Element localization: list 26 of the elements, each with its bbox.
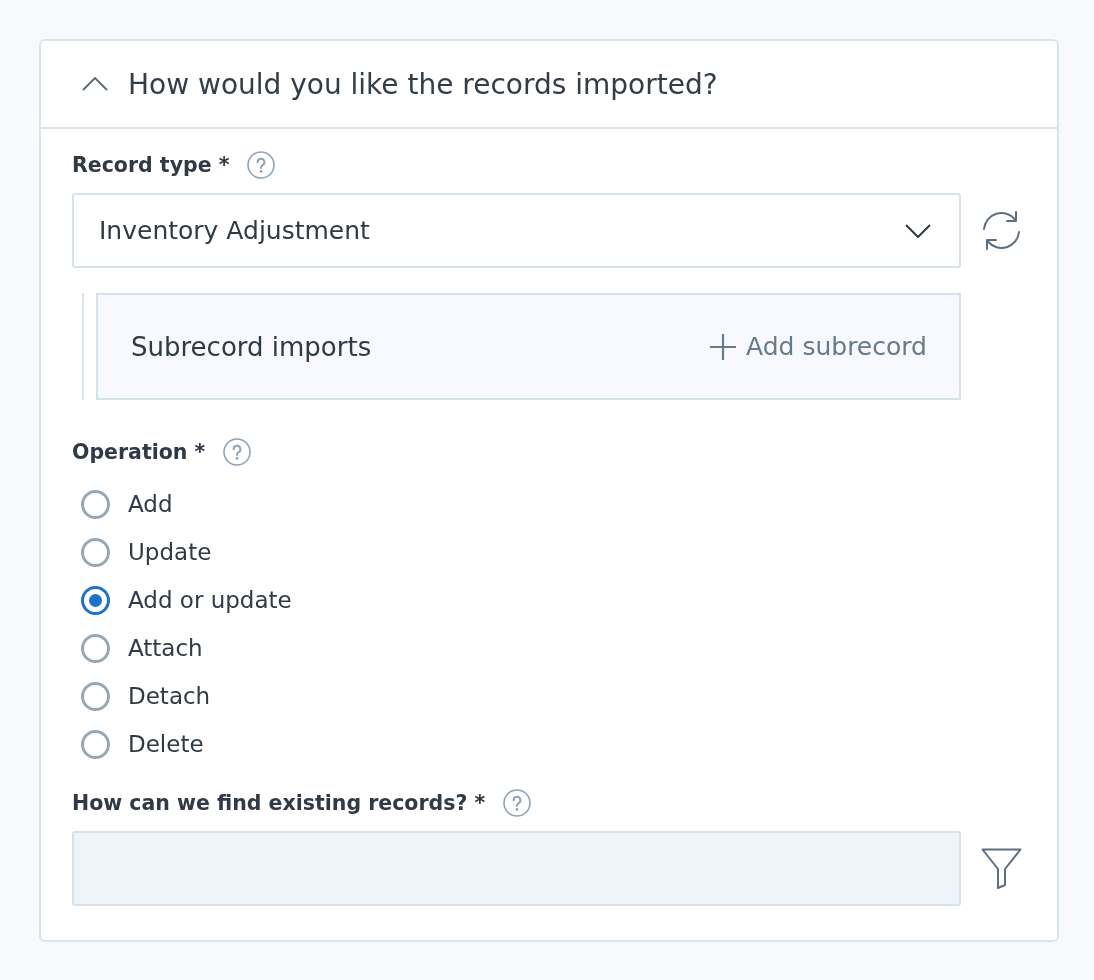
help-icon[interactable] (503, 789, 532, 817)
radio-option[interactable]: Detach (72, 672, 211, 720)
radio-button[interactable] (81, 633, 110, 663)
subrecord-title: Subrecord imports (131, 331, 372, 362)
refresh-icon[interactable] (981, 210, 1022, 251)
radio-option[interactable]: Attach (72, 624, 203, 672)
record-type-select[interactable]: Inventory Adjustment (72, 193, 961, 268)
radio-option[interactable]: Add (72, 480, 173, 528)
field-label: How can we find existing records? * (72, 791, 486, 815)
section-header[interactable]: How would you like the records imported? (41, 41, 1057, 129)
radio-option[interactable]: Add or update (72, 576, 292, 624)
field-label: Operation * (72, 440, 206, 464)
radio-option[interactable]: Delete (72, 720, 204, 768)
field-label: Record type * (72, 153, 230, 177)
radio-button[interactable] (81, 729, 110, 759)
radio-button[interactable] (81, 489, 110, 519)
radio-button[interactable] (81, 681, 110, 711)
filter-icon[interactable] (981, 848, 1022, 889)
help-icon[interactable] (247, 151, 276, 179)
radio-button[interactable] (81, 537, 110, 567)
radio-button[interactable] (81, 585, 110, 615)
radio-option[interactable]: Update (72, 528, 212, 576)
help-icon[interactable] (223, 438, 252, 466)
add-subrecord-button[interactable]: Add subrecord (710, 332, 927, 361)
chevron-down-icon (905, 223, 931, 238)
plus-icon (710, 333, 737, 360)
